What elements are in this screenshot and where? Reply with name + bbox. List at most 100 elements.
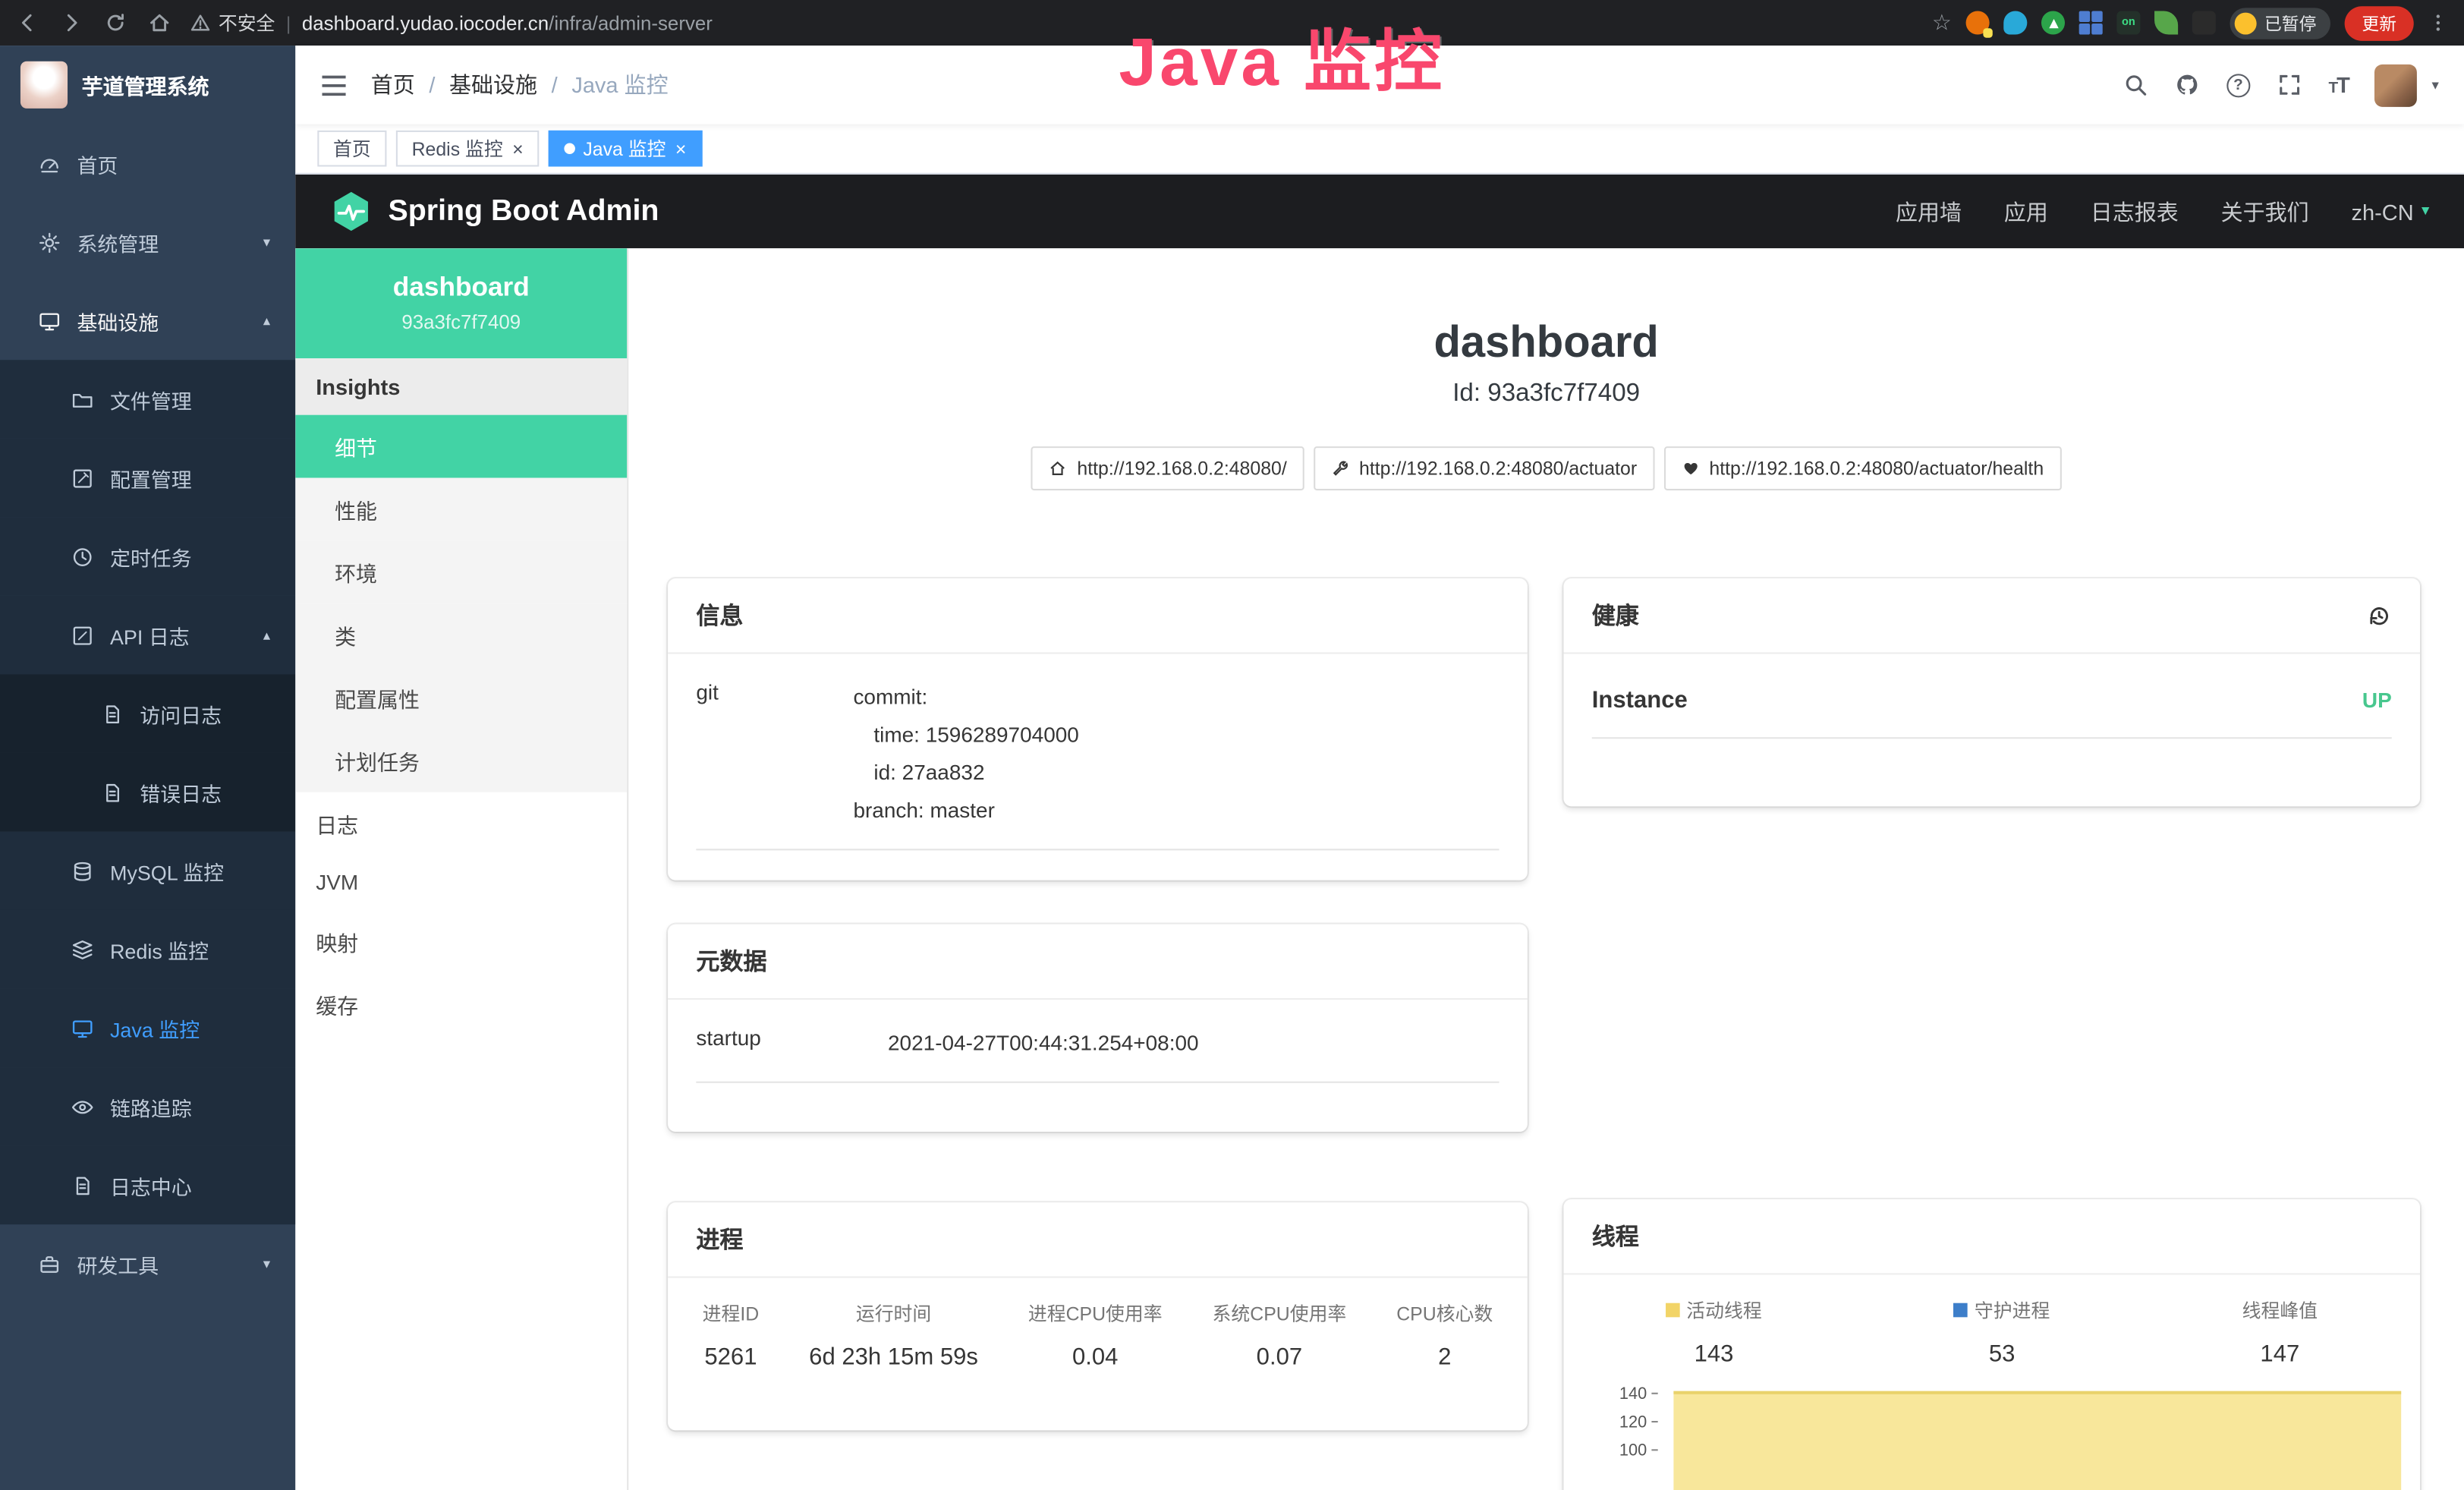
divider: | [286, 12, 291, 34]
app-title: 芋道管理系统 [82, 69, 209, 100]
sidebar-item-error-logs[interactable]: 错误日志 [0, 753, 295, 832]
address-bar[interactable]: dashboard.yudao.iocoder.cn/infra/admin-s… [302, 12, 1932, 34]
document-icon [101, 780, 124, 804]
stat-daemon-threads: 守护进程 53 [1954, 1296, 2050, 1367]
extension-icon[interactable] [2079, 11, 2103, 34]
screen: 不安全 | dashboard.yudao.iocoder.cn/infra/a… [0, 0, 2464, 1490]
sidebar-item-system-management[interactable]: 系统管理 ▾ [0, 203, 295, 282]
sidebar-item-mysql-monitor[interactable]: MySQL 监控 [0, 831, 295, 910]
page-title: dashboard [628, 317, 2464, 367]
sba-item-environment[interactable]: 环境 [295, 540, 627, 603]
chrome-update-button[interactable]: 更新 [2345, 5, 2414, 40]
metadata-row-startup: startup 2021-04-27T00:44:31.254+08:00 [696, 1006, 1499, 1082]
sidebar-item-redis-monitor[interactable]: Redis 监控 [0, 910, 295, 989]
bookmark-star-icon[interactable]: ☆ [1932, 9, 1952, 36]
sba-item-jvm[interactable]: JVM [295, 855, 627, 910]
extension-icon[interactable] [2154, 11, 2178, 34]
tab-home[interactable]: 首页 [317, 131, 386, 167]
kebab-menu-icon[interactable] [2428, 11, 2448, 34]
profile-chip[interactable]: 已暂停 [2230, 7, 2330, 38]
sidebar-item-link-tracing[interactable]: 链路追踪 [0, 1067, 295, 1146]
health-url-link[interactable]: http://192.168.0.2:48080/actuator/health [1663, 446, 2061, 490]
hamburger-icon[interactable] [320, 73, 347, 96]
sidebar-item-dev-tools[interactable]: 研发工具 ▾ [0, 1224, 295, 1303]
sba-nav-wallboard[interactable]: 应用墙 [1896, 196, 1962, 227]
sidebar-item-file-management[interactable]: 文件管理 [0, 360, 295, 439]
extension-icon[interactable] [2041, 11, 2065, 34]
sidebar-item-infrastructure[interactable]: 基础设施 ▴ [0, 282, 295, 361]
sba-item-config-properties[interactable]: 配置属性 [295, 666, 627, 729]
metadata-key: startup [696, 1025, 888, 1063]
extensions-puzzle-icon[interactable] [2192, 11, 2216, 34]
service-url-link[interactable]: http://192.168.0.2:48080/ [1031, 446, 1304, 490]
user-avatar[interactable] [2375, 64, 2418, 106]
breadcrumb-infrastructure[interactable]: 基础设施 [449, 69, 537, 100]
sidebar-item-home[interactable]: 首页 [0, 124, 295, 203]
sba-nav-journal[interactable]: 日志报表 [2091, 196, 2179, 227]
status-badge: UP [2362, 688, 2392, 712]
sidebar-item-config-management[interactable]: 配置管理 [0, 439, 295, 518]
briefcase-icon [38, 1252, 61, 1275]
threads-stats: 活动线程 143 守护进程 [1563, 1274, 2420, 1377]
cards-grid: 信息 git commit: time: 1596289704000 id: 2… [628, 578, 2464, 1490]
github-icon[interactable] [2175, 72, 2200, 97]
sba-item-classes[interactable]: 类 [295, 603, 627, 666]
home-icon[interactable] [148, 11, 172, 34]
forward-icon[interactable] [60, 11, 83, 34]
sba-body: dashboard 93a3fc7f7409 Insights 细节 性能 环境… [295, 248, 2464, 1490]
fullscreen-icon[interactable] [2277, 72, 2302, 97]
help-icon[interactable]: ? [2226, 73, 2250, 96]
stat-process-cpu: 进程CPU使用率 0.04 [1028, 1300, 1163, 1371]
sba-brand[interactable]: Spring Boot Admin [330, 191, 659, 233]
extension-icon[interactable] [1966, 11, 1990, 34]
instance-links: http://192.168.0.2:48080/ http://192.168… [628, 446, 2464, 490]
annotation-text: Java 监控 [1119, 8, 1445, 105]
insights-section-label: Insights [295, 358, 627, 415]
breadcrumb-home[interactable]: 首页 [371, 69, 415, 100]
instance-header: dashboard 93a3fc7f7409 [295, 248, 627, 358]
extension-icon[interactable] [2003, 11, 2027, 34]
chevron-down-icon[interactable]: ▾ [2431, 76, 2438, 93]
history-icon[interactable] [2367, 603, 2392, 628]
info-key: git [696, 679, 853, 830]
reload-icon[interactable] [104, 11, 127, 34]
sba-nav: 应用墙 应用 日志报表 关于我们 zh-CN ▾ [1896, 196, 2429, 227]
process-card: 进程 进程ID 5261 运行时间 6d 23h 15m 59s [668, 1202, 1528, 1430]
close-icon[interactable]: × [512, 137, 524, 159]
site-security-chip[interactable]: 不安全 [190, 9, 275, 36]
sba-nav-applications[interactable]: 应用 [2004, 196, 2048, 227]
font-size-icon[interactable]: TT [2329, 72, 2349, 97]
admin-app: 芋道管理系统 首页 系统管理 ▾ 基础设施 ▴ [0, 46, 2464, 1490]
tab-redis-monitor[interactable]: Redis 监控 × [396, 131, 540, 167]
sidebar-item-api-logs[interactable]: API 日志 ▴ [0, 596, 295, 675]
locale-selector[interactable]: zh-CN ▾ [2352, 199, 2430, 224]
sba-nav-about[interactable]: 关于我们 [2221, 196, 2309, 227]
sba-item-logs[interactable]: 日志 [295, 792, 627, 855]
sba-item-caches[interactable]: 缓存 [295, 973, 627, 1036]
stat-cpu-cores: CPU核心数 2 [1396, 1300, 1493, 1371]
heart-icon [1681, 459, 1700, 478]
info-value: commit: time: 1596289704000 id: 27aa832 … [853, 679, 1499, 830]
app-sidebar: 芋道管理系统 首页 系统管理 ▾ 基础设施 ▴ [0, 46, 295, 1490]
sidebar-item-java-monitor[interactable]: Java 监控 [0, 989, 295, 1068]
sba-item-performance[interactable]: 性能 [295, 478, 627, 541]
health-card: 健康 Instance UP [1563, 578, 2420, 806]
search-icon[interactable] [2123, 72, 2148, 97]
close-icon[interactable]: × [675, 137, 687, 159]
sidebar-item-access-logs[interactable]: 访问日志 [0, 674, 295, 753]
cards-left-column: 信息 git commit: time: 1596289704000 id: 2… [668, 578, 1528, 1490]
tab-java-monitor[interactable]: Java 监控 × [549, 131, 702, 167]
sba-item-mappings[interactable]: 映射 [295, 910, 627, 973]
extension-icon[interactable]: on [2116, 11, 2140, 34]
sidebar-item-log-center[interactable]: 日志中心 [0, 1146, 295, 1225]
instance-id: 93a3fc7f7409 [308, 311, 615, 333]
sba-item-details[interactable]: 细节 [295, 415, 627, 478]
back-icon[interactable] [16, 11, 39, 34]
actuator-url-link[interactable]: http://192.168.0.2:48080/actuator [1314, 446, 1654, 490]
spring-boot-admin-logo-icon [330, 191, 373, 233]
stat-uptime: 运行时间 6d 23h 15m 59s [809, 1300, 978, 1371]
gear-icon [38, 230, 61, 254]
navbar-actions: ? TT ▾ [2123, 64, 2439, 106]
sba-item-scheduled-tasks[interactable]: 计划任务 [295, 729, 627, 792]
sidebar-item-scheduled-tasks[interactable]: 定时任务 [0, 517, 295, 596]
